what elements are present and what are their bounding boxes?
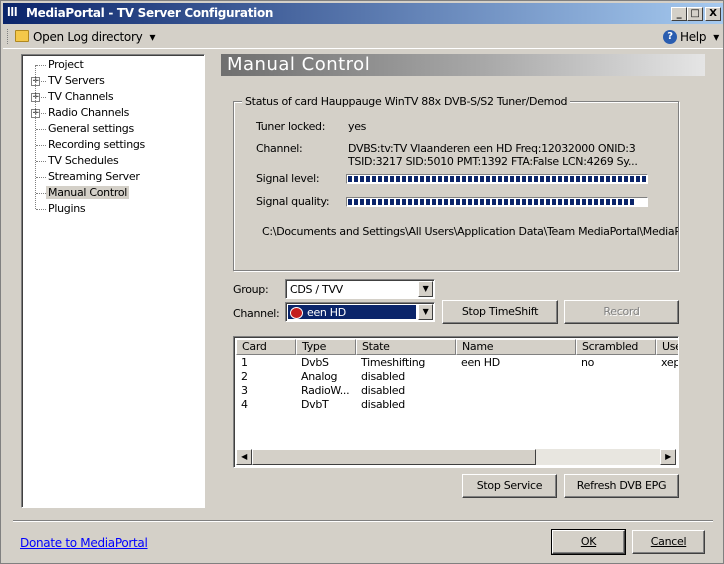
chevron-down-icon: ▾ [149, 30, 156, 44]
cancel-button[interactable]: Cancel [632, 530, 705, 554]
channel-label: Channel: [233, 307, 280, 320]
column-header-state[interactable]: State [356, 339, 456, 355]
tree-connector [36, 209, 46, 210]
table-cell-state: disabled [361, 398, 405, 411]
close-button[interactable]: X [705, 7, 721, 21]
tree-item-recording-settings[interactable]: Recording settings [48, 138, 145, 151]
group-select-value: CDS / TVV [290, 283, 343, 296]
table-cell-use: xep [661, 356, 679, 369]
scroll-left-icon[interactable]: ◀ [236, 449, 252, 465]
open-log-label: Open Log directory [33, 30, 143, 44]
table-cell-type: DvbS [301, 356, 329, 369]
signal-level-fill [348, 176, 646, 182]
column-header-name[interactable]: Name [456, 339, 576, 355]
scrollbar-thumb[interactable] [252, 449, 536, 465]
signal-quality-bar [346, 197, 648, 207]
tree-item-general-settings[interactable]: General settings [48, 122, 134, 135]
column-header-scrambled[interactable]: Scrambled [576, 339, 656, 355]
tree-vertical-line [35, 65, 36, 209]
maximize-button[interactable]: □ [687, 7, 703, 21]
window-title: MediaPortal - TV Server Configuration [26, 6, 274, 20]
main-window: ǀǀǀ MediaPortal - TV Server Configuratio… [0, 0, 724, 564]
tree-item-tv-servers[interactable]: TV Servers [48, 74, 105, 87]
cards-table[interactable]: Card Type State Name Scrambled Use 1 DvbS… [233, 336, 679, 468]
table-cell-card: 1 [241, 356, 248, 369]
tree-connector [36, 129, 46, 130]
tree-item-plugins[interactable]: Plugins [48, 202, 86, 215]
title-bar[interactable]: ǀǀǀ MediaPortal - TV Server Configuratio… [3, 3, 723, 24]
channel-info-line2: TSID:3217 SID:5010 PMT:1392 FTA:False LC… [348, 155, 638, 168]
tree-item-tv-schedules[interactable]: TV Schedules [48, 154, 119, 167]
help-menu[interactable]: Help ▾ [680, 30, 719, 44]
signal-level-bar [346, 174, 648, 184]
table-cell-state: Timeshifting [361, 356, 426, 369]
toolbar-grip[interactable] [7, 29, 10, 44]
group-select[interactable]: CDS / TVV ▼ [285, 279, 435, 299]
table-cell-type: DvbT [301, 398, 329, 411]
tree-connector [36, 65, 46, 66]
column-header-type[interactable]: Type [296, 339, 356, 355]
column-header-user[interactable]: Use [656, 339, 678, 355]
folder-icon [15, 30, 29, 42]
table-cell-type: RadioW... [301, 384, 350, 397]
table-cell-scrambled: no [581, 356, 595, 369]
chevron-down-icon: ▾ [713, 30, 719, 44]
tree-item-streaming-server[interactable]: Streaming Server [48, 170, 140, 183]
tree-item-project[interactable]: Project [48, 58, 84, 71]
channel-info-label: Channel: [256, 142, 303, 155]
tree-connector [36, 177, 46, 178]
record-button[interactable]: Record [564, 300, 679, 324]
column-header-card[interactable]: Card [236, 339, 296, 355]
ok-button[interactable]: OK [551, 529, 626, 555]
group-label: Group: [233, 283, 269, 296]
navigation-tree[interactable]: Project + TV Servers + TV Channels + Radio Cha… [21, 54, 205, 508]
tree-connector [36, 193, 46, 194]
table-cell-card: 2 [241, 370, 248, 383]
stop-timeshift-button[interactable]: Stop TimeShift [442, 300, 558, 324]
channel-info-line1: DVBS:tv:TV Vlaanderen een HD Freq:120320… [348, 142, 636, 155]
refresh-dvb-epg-button[interactable]: Refresh DVB EPG [564, 474, 679, 498]
minimize-button[interactable]: _ [671, 7, 687, 21]
donate-link[interactable]: Donate to MediaPortal [20, 536, 148, 550]
data-path: C:\Documents and Settings\All Users\Appl… [262, 225, 678, 238]
table-cell-state: disabled [361, 384, 405, 397]
signal-level-label: Signal level: [256, 172, 320, 185]
table-cell-state: disabled [361, 370, 405, 383]
app-icon: ǀǀǀ [7, 6, 18, 17]
tree-connector [36, 161, 46, 162]
channel-select-value: een HD [307, 306, 346, 319]
signal-quality-label: Signal quality: [256, 195, 330, 208]
tree-item-radio-channels[interactable]: Radio Channels [48, 106, 129, 119]
page-title: Manual Control [221, 54, 705, 76]
tree-item-tv-channels[interactable]: TV Channels [48, 90, 114, 103]
card-status-title: Status of card Hauppauge WinTV 88x DVB-S… [242, 95, 571, 108]
table-cell-card: 3 [241, 384, 248, 397]
channel-select[interactable]: een HD ▼ [285, 302, 435, 322]
chevron-down-icon[interactable]: ▼ [418, 281, 433, 297]
tree-connector [36, 145, 46, 146]
horizontal-scrollbar[interactable]: ◀ ▶ [236, 449, 676, 465]
open-log-directory-menu[interactable]: Open Log directory ▾ [33, 30, 155, 44]
help-label: Help [680, 30, 707, 44]
tree-item-manual-control[interactable]: Manual Control [46, 186, 130, 199]
help-icon: ? [663, 30, 677, 44]
channel-select-highlight: een HD [288, 305, 416, 319]
scroll-right-icon[interactable]: ▶ [660, 449, 676, 465]
chevron-down-icon[interactable]: ▼ [418, 304, 433, 320]
table-cell-name: een HD [461, 356, 500, 369]
tuner-locked-value: yes [348, 120, 367, 133]
signal-quality-fill [348, 199, 635, 205]
channel-logo-icon [290, 307, 303, 319]
table-cell-card: 4 [241, 398, 248, 411]
table-cell-type: Analog [301, 370, 338, 383]
tuner-locked-label: Tuner locked: [256, 120, 326, 133]
footer-separator [13, 520, 713, 522]
toolbar: Open Log directory ▾ ? Help ▾ [3, 25, 723, 49]
stop-service-button[interactable]: Stop Service [462, 474, 557, 498]
